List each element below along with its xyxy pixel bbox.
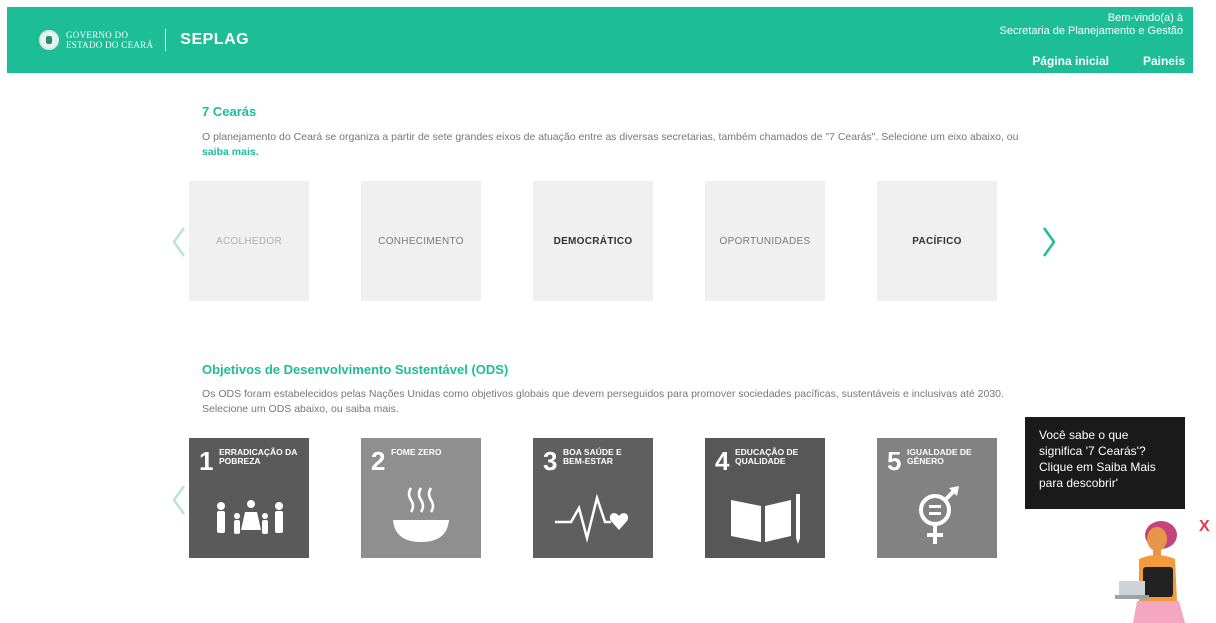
logo-divider xyxy=(165,29,167,51)
assistant-avatar[interactable] xyxy=(1113,515,1193,623)
axis-card-acolhedor[interactable]: ACOLHEDOR xyxy=(189,181,309,301)
government-line-1: GOVERNO DO xyxy=(66,30,129,40)
top-header: GOVERNO DO ESTADO DO CEARÁ SEPLAG Bem-vi… xyxy=(7,7,1193,73)
cearas-prev-arrow-icon[interactable] xyxy=(170,224,188,260)
bowl-icon xyxy=(393,487,449,542)
welcome-line-2: Secretaria de Planejamento e Gestão xyxy=(999,25,1183,37)
ods-section-description: Os ODS foram estabelecidos pelas Nações … xyxy=(202,388,1004,415)
ods-number: 5 xyxy=(887,446,902,476)
cearas-description-text: O planejamento do Ceará se organiza a pa… xyxy=(202,131,1019,143)
ods-card-1[interactable]: 1 Erradicação da pobreza xyxy=(189,438,309,558)
ods-prev-arrow-icon[interactable] xyxy=(170,482,188,518)
gender-equality-icon xyxy=(919,486,959,544)
nav-home-link[interactable]: Página inicial xyxy=(1032,54,1109,68)
ods-label: Igualdade de gênero xyxy=(907,447,972,466)
axis-card-democratico[interactable]: DEMOCRÁTICO xyxy=(533,181,653,301)
heartbeat-icon xyxy=(555,493,629,543)
ods-section-title: Objetivos de Desenvolvimento Sustentável… xyxy=(202,362,509,377)
cearas-section-title: 7 Cearás xyxy=(202,104,257,119)
ods-number: 2 xyxy=(371,446,386,476)
cearas-learn-more-link[interactable]: saiba mais. xyxy=(202,146,259,158)
ods-label: Educação de qualidade xyxy=(735,447,799,466)
government-line-2: ESTADO DO CEARÁ xyxy=(66,40,154,50)
ods-card-5[interactable]: 5 Igualdade de gênero xyxy=(877,438,997,558)
welcome-text: Bem-vindo(a) à Secretaria de Planejament… xyxy=(1000,12,1183,38)
book-icon xyxy=(731,494,800,544)
cearas-section-description: O planejamento do Ceará se organiza a pa… xyxy=(202,130,1032,160)
close-tooltip-icon[interactable]: X xyxy=(1199,518,1210,536)
government-name: GOVERNO DO ESTADO DO CEARÁ xyxy=(66,30,153,50)
axis-card-pacifico[interactable]: PACÍFICO xyxy=(877,181,997,301)
ods-label: Fome zero xyxy=(391,447,442,457)
ceara-crest-icon xyxy=(39,30,59,50)
ods-label: Boa saúde e bem-estar xyxy=(563,447,622,466)
government-logo[interactable]: GOVERNO DO ESTADO DO CEARÁ SEPLAG xyxy=(39,29,249,51)
axis-card-conhecimento[interactable]: CONHECIMENTO xyxy=(361,181,481,301)
ods-card-2[interactable]: 2 Fome zero xyxy=(361,438,481,558)
assistant-tooltip: Você sabe o que significa '7 Cearás'? Cl… xyxy=(1025,417,1185,509)
ods-number: 3 xyxy=(543,446,558,476)
welcome-line-1: Bem-vindo(a) à xyxy=(1107,12,1183,24)
axis-card-oportunidades[interactable]: OPORTUNIDADES xyxy=(705,181,825,301)
main-nav: Página inicial Paineis xyxy=(1032,54,1185,68)
ods-number: 1 xyxy=(199,446,214,476)
cearas-next-arrow-icon[interactable] xyxy=(1040,224,1058,260)
brand-title: SEPLAG xyxy=(180,31,250,48)
family-icon xyxy=(217,500,283,534)
ods-number: 4 xyxy=(715,446,730,476)
ods-card-3[interactable]: 3 Boa saúde e bem-estar xyxy=(533,438,653,558)
ods-label: Erradicação da pobreza xyxy=(219,447,298,466)
ods-card-4[interactable]: 4 Educação de qualidade xyxy=(705,438,825,558)
nav-panels-link[interactable]: Paineis xyxy=(1143,54,1185,68)
